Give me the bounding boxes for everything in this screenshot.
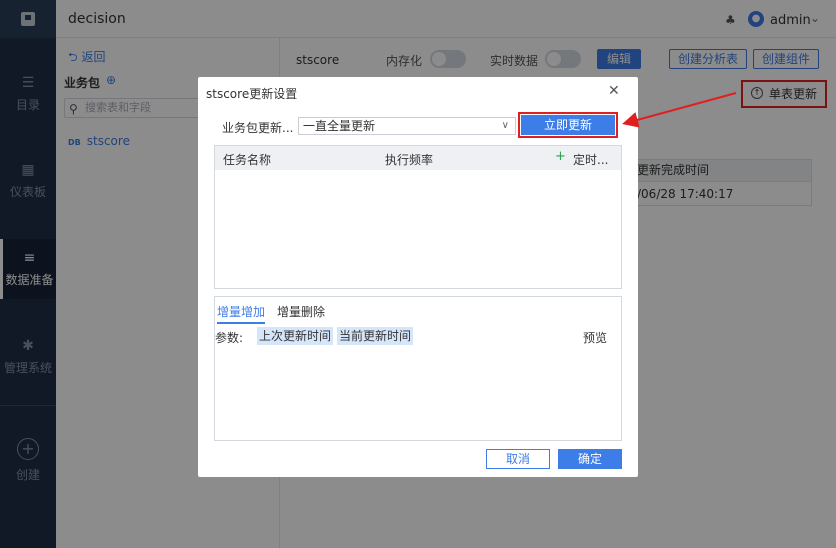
update-mode-value: 一直全量更新 bbox=[303, 119, 376, 133]
ok-button[interactable]: 确定 bbox=[558, 449, 622, 469]
column-schedule[interactable]: 定时... bbox=[573, 151, 608, 168]
chevron-down-icon: ∨ bbox=[501, 120, 509, 131]
update-settings-dialog: stscore更新设置 ✕ 业务包更新... 一直全量更新 ∨ 立即更新 任务名… bbox=[198, 77, 638, 477]
table-header: 任务名称 执行频率 + 定时... bbox=[215, 146, 621, 170]
dialog-title: stscore更新设置 bbox=[206, 87, 298, 101]
tab-incremental-delete[interactable]: 增量删除 bbox=[277, 303, 325, 320]
package-update-label: 业务包更新... bbox=[222, 121, 294, 135]
column-frequency: 执行频率 bbox=[385, 153, 434, 167]
param-chip-current-update[interactable]: 当前更新时间 bbox=[337, 327, 414, 345]
close-icon[interactable]: ✕ bbox=[608, 83, 620, 99]
add-icon[interactable]: + bbox=[555, 149, 566, 164]
params-label: 参数: bbox=[215, 331, 244, 345]
tab-incremental-add[interactable]: 增量增加 bbox=[217, 303, 266, 324]
update-mode-select[interactable]: 一直全量更新 ∨ bbox=[298, 117, 516, 135]
cancel-button[interactable]: 取消 bbox=[486, 449, 550, 469]
incremental-panel: 增量增加 增量删除 参数: 上次更新时间 当前更新时间 预览 bbox=[214, 296, 622, 441]
preview-link[interactable]: 预览 bbox=[583, 329, 607, 346]
param-chip-last-update[interactable]: 上次更新时间 bbox=[257, 327, 334, 345]
update-now-button[interactable]: 立即更新 bbox=[521, 115, 615, 135]
column-task-name: 任务名称 bbox=[223, 153, 272, 167]
task-table: 任务名称 执行频率 + 定时... bbox=[214, 145, 622, 289]
